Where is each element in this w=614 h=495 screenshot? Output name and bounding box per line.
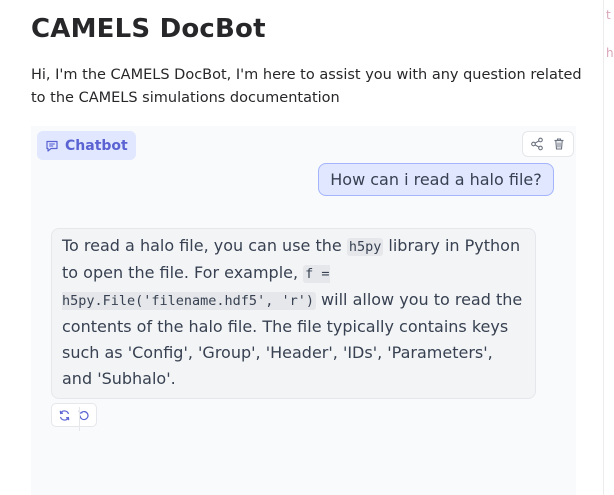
edge-fragment-mark: t (606, 8, 611, 22)
adjacent-pane-edge (603, 0, 614, 495)
divider (78, 407, 80, 431)
page-title: CAMELS DocBot (31, 14, 266, 44)
bot-message-text: To read a halo file, you can use the (62, 236, 347, 255)
bot-message: To read a halo file, you can use the h5p… (51, 228, 536, 399)
inline-code: h5py (346, 238, 384, 256)
trash-icon[interactable] (551, 136, 567, 152)
page-description: Hi, I'm the CAMELS DocBot, I'm here to a… (31, 67, 582, 106)
edge-fragment-mark: h (606, 46, 614, 60)
undo-icon[interactable] (77, 407, 91, 431)
share-icon[interactable] (529, 136, 545, 152)
chatbot-label-text: Chatbot (65, 137, 128, 154)
chat-bubble-icon (45, 139, 59, 153)
message-actions (51, 403, 97, 431)
chat-tools (522, 131, 574, 157)
user-message: How can i read a halo file? (318, 163, 554, 196)
chatbot-label: Chatbot (37, 131, 136, 160)
chatbot-panel: Chatbot How can i read a halo file? To r… (31, 126, 576, 495)
retry-icon[interactable] (57, 408, 71, 422)
